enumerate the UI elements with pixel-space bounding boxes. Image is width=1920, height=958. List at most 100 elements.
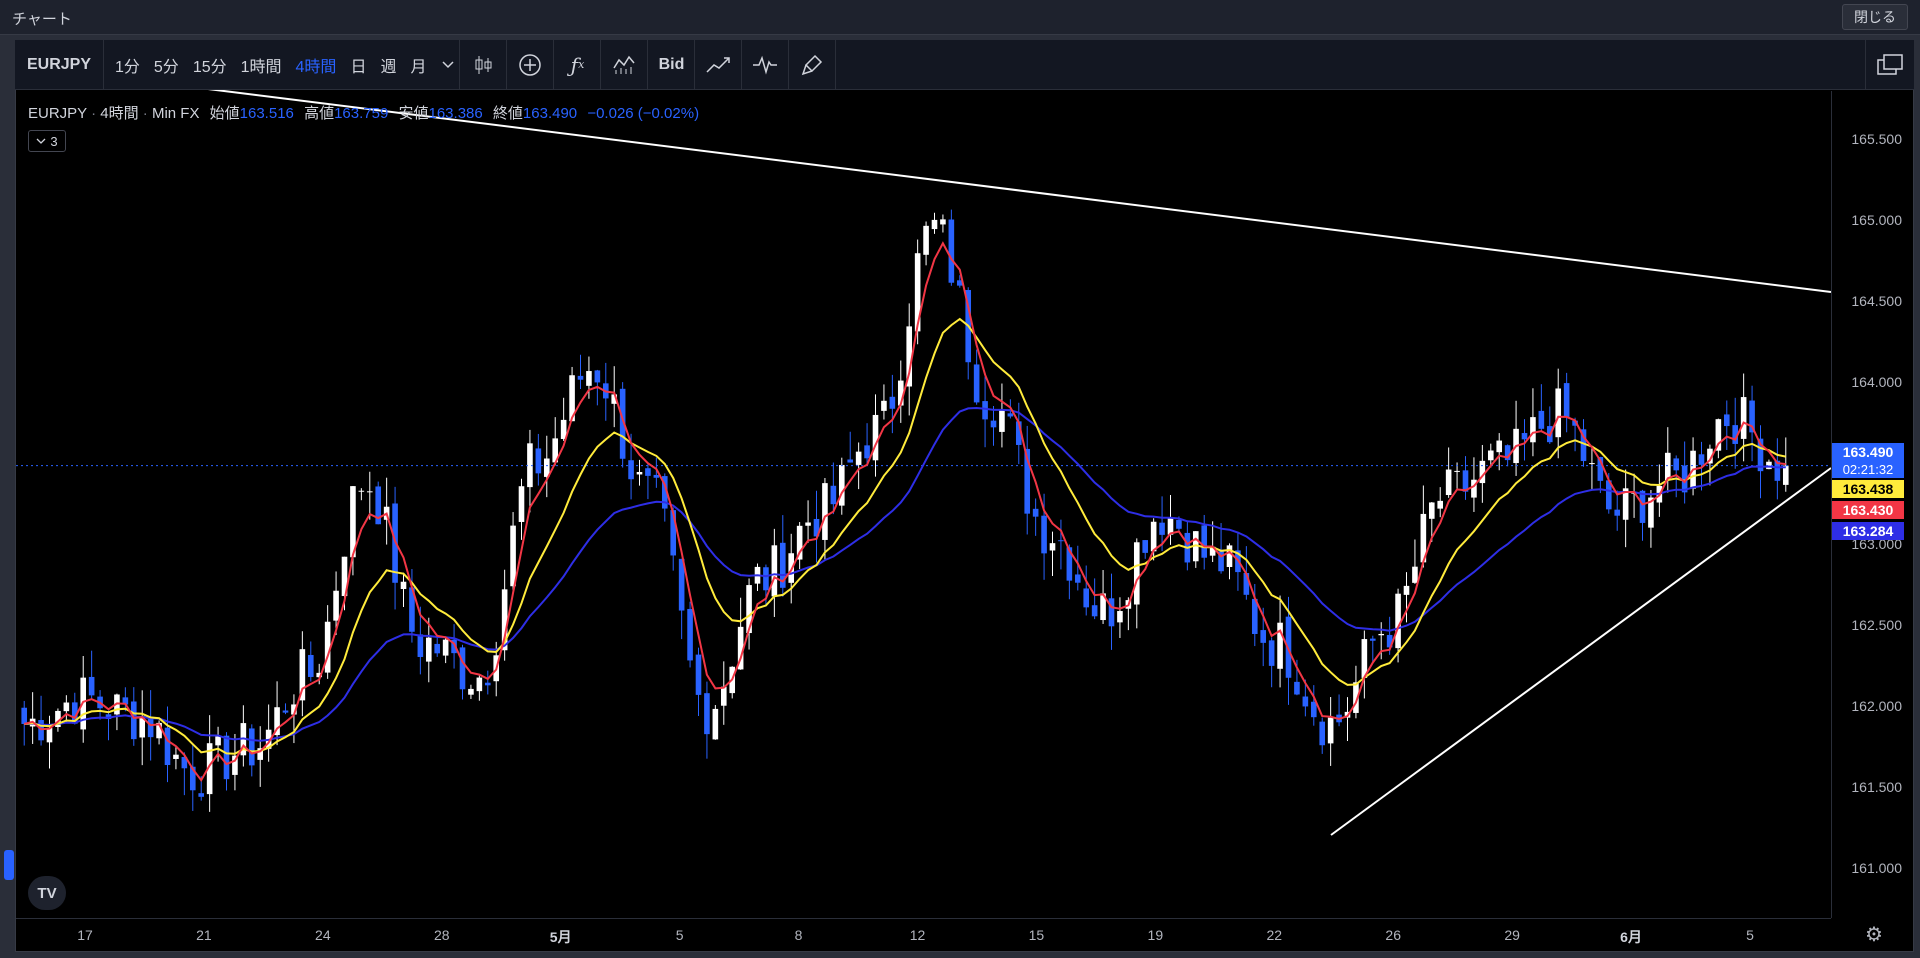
candle-body [1294,681,1300,695]
chart-toolbar: EURJPY 1分 5分 15分 1時間 4時間日週月 ƒx Bid [15,39,1914,90]
price-axis-label: 161.000 [1851,860,1902,877]
candle-body [1226,545,1233,568]
candle-body [653,474,660,478]
candle-body [1041,515,1047,554]
legend-open-value: 163.516 [239,105,294,122]
candle-body [636,471,643,475]
candle-body [1150,521,1157,552]
candle-body [805,522,811,526]
time-axis[interactable]: 17 21 24 28 5月 5 8 12 15 19 22 26 29 6月 5 [16,918,1831,952]
interval-button[interactable]: 4時間 [289,40,344,90]
time-axis-label: 22 [1266,927,1283,943]
interval-button[interactable]: 5分 [147,40,186,90]
candle-body [1319,721,1326,746]
bid-ask-toggle[interactable]: Bid [648,40,694,90]
line-tool-icon[interactable] [695,40,741,90]
candle-body [215,736,221,746]
price-tag: 163.284 [1832,522,1904,540]
replay-icon[interactable] [742,40,788,90]
interval-group: 1分 5分 15分 1時間 4時間日週月 [104,40,437,90]
time-axis-label: 17 [77,927,93,943]
price-tag-value: 163.430 [1842,502,1894,518]
candle-body [1403,585,1410,595]
interval-button[interactable]: 日 [343,40,373,90]
candle-body [459,647,466,690]
candle-body [130,701,137,740]
candle-body [1782,465,1789,485]
candle-body [1589,463,1595,465]
candle-body [1521,433,1528,440]
price-tag-countdown: 02:21:32 [1842,462,1894,477]
price-axis-label: 165.000 [1851,211,1902,228]
candle-body [417,634,424,657]
indicators-icon[interactable]: ƒx [554,40,600,90]
candle-body [1378,633,1385,636]
candle-body [763,567,769,591]
candle-body [63,702,70,712]
symbol-search-button[interactable]: EURJPY [15,40,103,90]
candle-body [223,735,230,780]
candle-body [442,639,449,656]
candle-body [1133,542,1140,605]
candle-body [248,728,255,766]
candle-body [1395,593,1401,649]
candle-body [830,485,837,505]
time-axis-label: 19 [1147,927,1164,943]
interval-button[interactable]: 月 [403,40,433,90]
time-axis-label: 12 [909,927,926,943]
candle-body [1487,450,1494,461]
chart-canvas[interactable] [0,0,1920,958]
settings-gear-icon[interactable]: ⚙ [1862,922,1886,946]
time-axis-label: 15 [1028,927,1045,943]
fullscreen-icon[interactable] [1865,40,1914,90]
interval-button[interactable]: 15分 [186,40,234,90]
candle-body [198,793,205,797]
time-axis-label: 24 [315,927,331,943]
chevron-down-icon[interactable] [437,40,459,90]
brush-icon[interactable] [789,40,835,90]
candle-body [1664,452,1671,481]
price-axis-label: 161.500 [1851,779,1902,796]
chart-legend: EURJPY · 4時間 · Min FX 始値163.516 高値163.75… [28,105,700,122]
candle-body [577,375,584,380]
candle-body [535,448,542,474]
candle-body [425,637,432,662]
interval-button[interactable]: 1分 [108,40,147,90]
drawing-panel-handle[interactable] [4,850,14,880]
candle-body [720,686,727,706]
candle-body [1445,469,1452,496]
legend-high-label: 高値 [304,105,335,122]
candle-body [1083,588,1090,608]
tradingview-logo[interactable]: TV [28,876,66,910]
price-tag: 163.490 02:21:32 [1832,443,1904,478]
interval-button[interactable]: 週 [373,40,403,90]
candle-body [1049,543,1056,551]
time-axis-label: 28 [433,927,450,943]
indicator-count: 3 [50,133,58,149]
indicator-collapse-button[interactable]: 3 [28,130,66,152]
candle-body [1369,638,1376,641]
candle-body [1142,540,1149,553]
candle-body [1723,414,1730,427]
candle-body [1614,509,1621,516]
legend-close-value: 163.490 [522,105,578,122]
candle-body [695,654,702,695]
time-axis-label: 21 [196,927,212,943]
legend-symbol: EURJPY [28,105,87,122]
candle-body [468,688,474,695]
candle-body [484,682,491,686]
candle-body [1437,500,1444,509]
interval-button[interactable]: 1時間 [234,40,289,90]
time-axis-label: 6月 [1620,929,1642,945]
candle-body [1428,502,1435,519]
candle-body [1201,525,1208,558]
candle-body [147,717,154,738]
candle-body [889,396,896,409]
support-trendline[interactable] [1330,467,1832,836]
templates-icon[interactable] [601,40,647,90]
price-tag: 163.430 [1832,501,1904,519]
candlestick-type-icon[interactable] [460,40,506,90]
add-compare-icon[interactable] [507,40,553,90]
candle-body [164,727,171,766]
candle-body [358,490,365,492]
